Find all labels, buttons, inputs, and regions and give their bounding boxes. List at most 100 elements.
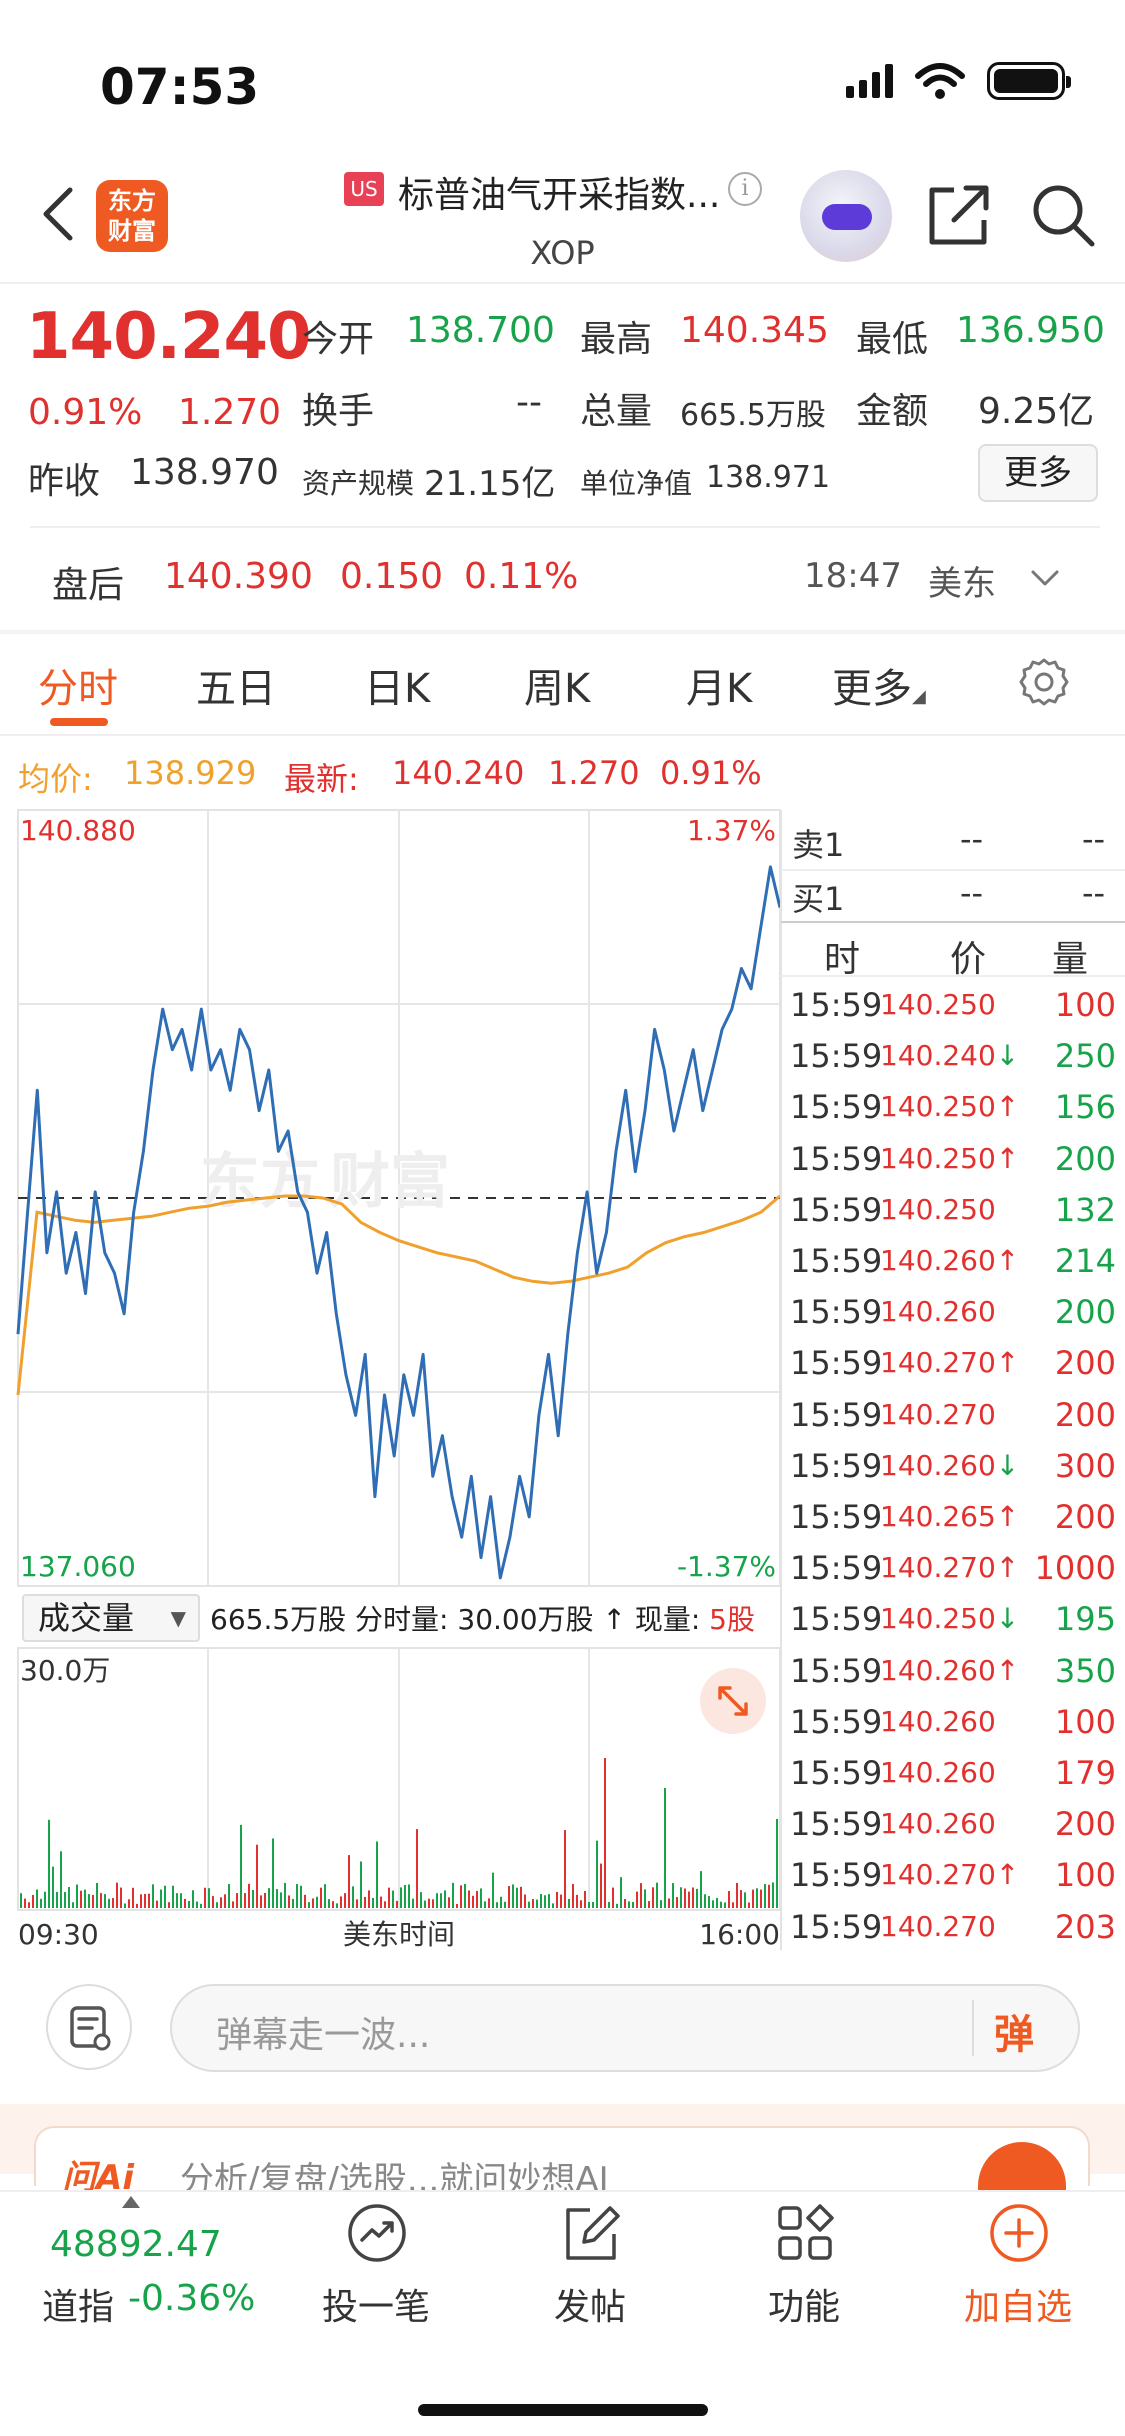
grid-icon[interactable] bbox=[774, 2202, 836, 2264]
more-button[interactable]: 更多 bbox=[978, 444, 1098, 502]
volume-bar bbox=[212, 1896, 214, 1908]
info-icon[interactable]: i bbox=[728, 172, 762, 206]
volume-bar bbox=[136, 1903, 138, 1908]
volume-info-text: 665.5万股 分时量: 30.00万股 ↑ 现量: bbox=[210, 1603, 701, 1636]
search-icon[interactable] bbox=[1030, 182, 1096, 248]
caret-up-icon[interactable] bbox=[122, 2196, 140, 2208]
volume-bar bbox=[256, 1844, 258, 1908]
share-icon[interactable] bbox=[926, 182, 992, 248]
volume-bar bbox=[752, 1889, 754, 1908]
volume-bar bbox=[276, 1889, 278, 1908]
volume-bar bbox=[116, 1882, 118, 1908]
volume-bar bbox=[272, 1838, 274, 1908]
volume-bar bbox=[540, 1894, 542, 1908]
time-sale-row: 15:59 140.270↑ 200 bbox=[786, 1344, 1116, 1395]
volume-bar bbox=[304, 1894, 306, 1908]
time-sale-volume: 1000 bbox=[1034, 1549, 1116, 1588]
volume-bar bbox=[548, 1894, 550, 1908]
dropdown-caret-icon: ▼ bbox=[170, 1606, 186, 1630]
turnover-label: 换手 bbox=[302, 391, 375, 432]
volume-bar bbox=[252, 1890, 254, 1908]
volume-bar bbox=[332, 1901, 334, 1908]
volume-bar bbox=[280, 1892, 282, 1908]
low-value: 136.950 bbox=[956, 310, 1105, 351]
volume-bar bbox=[308, 1902, 310, 1908]
time-sale-volume: 214 bbox=[1054, 1242, 1116, 1280]
volume-bar bbox=[232, 1901, 234, 1908]
volume-bar bbox=[340, 1896, 342, 1908]
amount-value: 9.25亿 bbox=[978, 391, 1095, 432]
expand-icon bbox=[718, 1686, 748, 1716]
nav-post-label[interactable]: 发帖 bbox=[510, 2278, 670, 2330]
volume-bar bbox=[756, 1888, 758, 1908]
index-change[interactable]: -0.36% bbox=[128, 2278, 255, 2319]
volume-bar bbox=[416, 1829, 418, 1908]
high-value: 140.345 bbox=[680, 310, 829, 351]
nav-add-watchlist-label[interactable]: 加自选 bbox=[938, 2278, 1098, 2330]
header-divider bbox=[0, 282, 1125, 284]
volume-max-label: 30.0万 bbox=[20, 1654, 110, 1687]
after-hours-price: 140.390 bbox=[164, 556, 313, 597]
legend-last-pct: 0.91% bbox=[660, 754, 762, 792]
time-sale-volume: 200 bbox=[1054, 1293, 1116, 1332]
volume-bar bbox=[532, 1899, 534, 1908]
volume-bar bbox=[288, 1895, 290, 1908]
volume-bar bbox=[432, 1899, 434, 1908]
tab-intraday[interactable]: 分时 bbox=[38, 656, 118, 714]
volume-bar bbox=[472, 1895, 474, 1908]
volume-bar bbox=[52, 1866, 54, 1908]
volume-bar bbox=[64, 1891, 66, 1908]
volume-bar bbox=[628, 1901, 630, 1908]
volume-bar bbox=[152, 1884, 154, 1908]
tab-more[interactable]: 更多◢ bbox=[832, 656, 926, 714]
index-name[interactable]: 道指 bbox=[42, 2278, 114, 2330]
time-sale-time: 15:59 bbox=[790, 1293, 883, 1332]
tab-weekly-k[interactable]: 周K bbox=[524, 656, 590, 714]
after-hours-zone[interactable]: 美东 bbox=[928, 556, 996, 605]
volume-bar bbox=[724, 1902, 726, 1908]
volume-bar bbox=[384, 1901, 386, 1908]
time-sale-price: 140.270↑ bbox=[880, 1858, 1020, 1892]
chevron-down-icon[interactable] bbox=[1030, 566, 1060, 590]
volume-bar bbox=[764, 1884, 766, 1908]
indicator-selector[interactable]: 成交量 ▼ bbox=[22, 1594, 200, 1642]
time-sale-price: 140.250 bbox=[880, 1192, 996, 1226]
danmu-send-button[interactable]: 弹 bbox=[994, 2002, 1034, 2060]
time-sale-time: 15:59 bbox=[790, 1754, 883, 1792]
security-title[interactable]: 标普油气开采指数... bbox=[398, 166, 720, 218]
volume-bar bbox=[664, 1788, 666, 1908]
volume-bar bbox=[244, 1893, 246, 1908]
volume-bar bbox=[712, 1900, 714, 1908]
nav-functions-label[interactable]: 功能 bbox=[724, 2278, 884, 2330]
volume-bar bbox=[716, 1897, 718, 1908]
volume-bar bbox=[228, 1884, 230, 1908]
tab-five-day[interactable]: 五日 bbox=[196, 656, 276, 714]
trend-chart-icon[interactable] bbox=[346, 2202, 408, 2264]
expand-chart-button[interactable] bbox=[700, 1668, 766, 1734]
add-circle-icon[interactable] bbox=[988, 2202, 1050, 2264]
volume-bar bbox=[516, 1887, 518, 1908]
time-sale-row: 15:59 140.260↓ 300 bbox=[786, 1447, 1116, 1498]
gear-icon[interactable] bbox=[1018, 656, 1070, 708]
volume-bar bbox=[36, 1889, 38, 1908]
after-hours-time: 18:47 bbox=[804, 556, 902, 596]
bid1-volume: -- bbox=[1082, 874, 1106, 912]
time-sale-time: 15:59 bbox=[790, 1549, 883, 1588]
volume-bar bbox=[640, 1883, 642, 1908]
after-hours-pct: 0.11% bbox=[464, 556, 579, 597]
time-sale-price: 140.260↑ bbox=[880, 1244, 1020, 1277]
note-icon[interactable] bbox=[46, 1984, 132, 2070]
time-sale-row: 15:59 140.270 203 bbox=[786, 1908, 1116, 1959]
compose-icon[interactable] bbox=[560, 2202, 622, 2264]
index-value[interactable]: 48892.47 bbox=[50, 2224, 222, 2265]
time-sale-volume: 250 bbox=[1054, 1037, 1116, 1076]
volume-bar bbox=[144, 1893, 146, 1908]
time-sale-time: 15:59 bbox=[790, 1805, 883, 1844]
time-sale-volume: 100 bbox=[1054, 1856, 1116, 1895]
tab-monthly-k[interactable]: 月K bbox=[686, 656, 752, 714]
time-sale-row: 15:59 140.265↑ 200 bbox=[786, 1498, 1116, 1549]
ai-assistant-avatar[interactable] bbox=[800, 170, 892, 262]
nav-invest-label[interactable]: 投一笔 bbox=[296, 2278, 456, 2330]
volume-bar bbox=[604, 1758, 606, 1908]
tab-daily-k[interactable]: 日K bbox=[364, 656, 430, 714]
